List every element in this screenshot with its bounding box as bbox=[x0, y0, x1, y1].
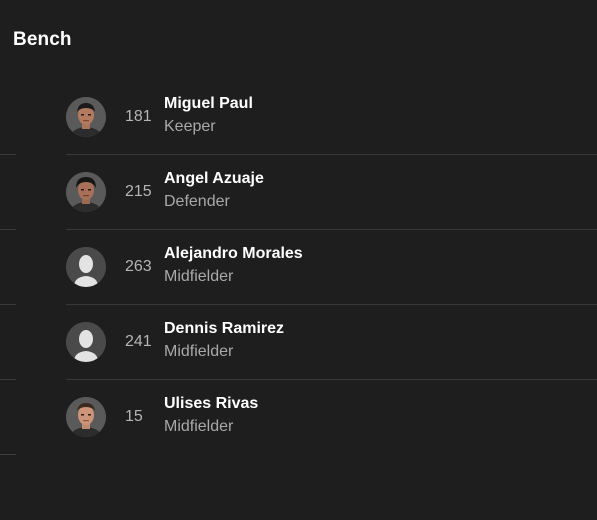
player-name[interactable]: Ulises Rivas bbox=[164, 395, 258, 413]
player-row[interactable]: 215 Angel Azuaje Defender bbox=[66, 155, 597, 230]
player-name[interactable]: Angel Azuaje bbox=[164, 170, 264, 188]
player-number: 263 bbox=[125, 258, 152, 275]
player-position: Midfielder bbox=[164, 343, 234, 360]
player-row[interactable]: 15 Ulises Rivas Midfielder bbox=[66, 380, 597, 455]
player-number: 215 bbox=[125, 183, 152, 200]
bench-list: 181 Miguel Paul Keeper 215 Angel Azuaje … bbox=[66, 80, 597, 455]
silhouette-icon bbox=[66, 322, 106, 362]
player-photo-icon bbox=[66, 97, 106, 137]
player-number: 15 bbox=[125, 408, 143, 425]
player-name[interactable]: Dennis Ramirez bbox=[164, 320, 284, 338]
divider bbox=[0, 304, 16, 305]
player-row[interactable]: 241 Dennis Ramirez Midfielder bbox=[66, 305, 597, 380]
player-position: Keeper bbox=[164, 118, 216, 135]
player-row[interactable]: 263 Alejandro Morales Midfielder bbox=[66, 230, 597, 305]
player-name[interactable]: Miguel Paul bbox=[164, 95, 253, 113]
player-position: Defender bbox=[164, 193, 230, 210]
player-number: 241 bbox=[125, 333, 152, 350]
divider bbox=[0, 454, 16, 455]
divider bbox=[0, 379, 16, 380]
silhouette-icon bbox=[66, 247, 106, 287]
player-name[interactable]: Alejandro Morales bbox=[164, 245, 303, 263]
player-position: Midfielder bbox=[164, 268, 234, 285]
player-photo-icon bbox=[66, 172, 106, 212]
divider bbox=[0, 154, 16, 155]
player-photo-icon bbox=[66, 397, 106, 437]
divider bbox=[0, 229, 16, 230]
section-title: Bench bbox=[13, 29, 72, 50]
player-number: 181 bbox=[125, 108, 152, 125]
player-position: Midfielder bbox=[164, 418, 234, 435]
player-row[interactable]: 181 Miguel Paul Keeper bbox=[66, 80, 597, 155]
